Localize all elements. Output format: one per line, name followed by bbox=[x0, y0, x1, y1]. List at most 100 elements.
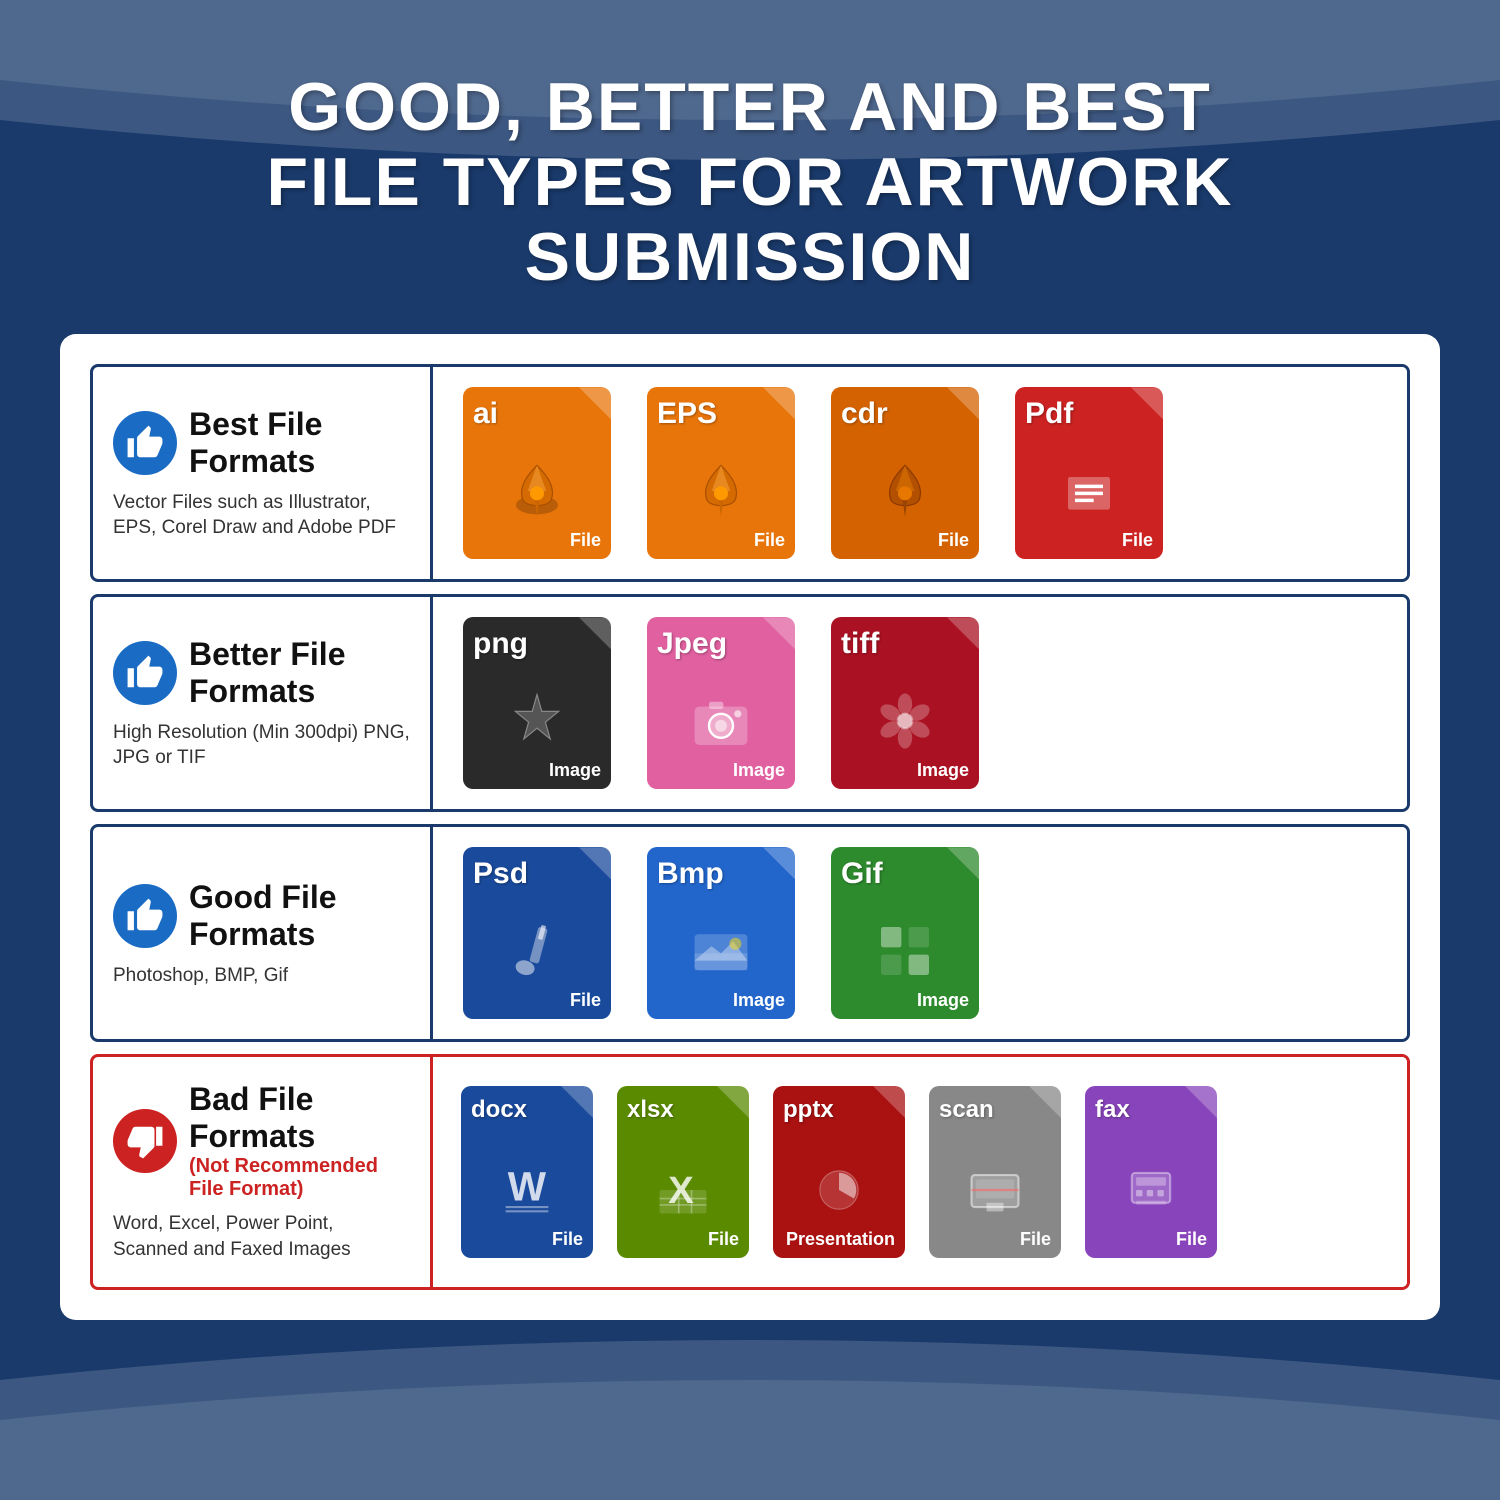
good-row: Good File Formats Photoshop, BMP, Gif Ps… bbox=[90, 824, 1410, 1042]
bad-category-subtitle: (Not Recommended File Format) bbox=[189, 1155, 378, 1200]
file-img-docx: W bbox=[487, 1150, 567, 1230]
best-category-title: Best File Formats bbox=[189, 406, 410, 480]
better-category-desc: High Resolution (Min 300dpi) PNG, JPG or… bbox=[113, 720, 410, 771]
file-card-cdr: cdr File bbox=[831, 387, 979, 559]
file-ext-cdr: cdr bbox=[841, 395, 888, 429]
bottom-swoosh-decoration bbox=[0, 1300, 1500, 1500]
file-label-pdf: File bbox=[1122, 530, 1153, 551]
file-icon-scan: scan File bbox=[925, 1086, 1065, 1258]
file-card-scan: scan File bbox=[929, 1086, 1061, 1258]
page-container: GOOD, BETTER AND BEST FILE TYPES FOR ART… bbox=[0, 0, 1500, 1500]
file-icon-docx: docx W File bbox=[457, 1086, 597, 1258]
file-icon-ai: ai File bbox=[457, 387, 617, 559]
file-card-gif: Gif Image bbox=[831, 847, 979, 1019]
file-icon-pdf: Pdf File bbox=[1009, 387, 1169, 559]
file-img-eps bbox=[681, 451, 761, 531]
best-thumb-icon bbox=[113, 411, 177, 475]
grid-icon bbox=[869, 915, 941, 987]
file-icon-png: png Image bbox=[457, 617, 617, 789]
file-img-ai bbox=[497, 451, 577, 531]
file-icon-cdr: cdr File bbox=[825, 387, 985, 559]
file-label-xlsx: File bbox=[708, 1229, 739, 1250]
file-label-scan: File bbox=[1020, 1229, 1051, 1250]
file-card-psd: Psd File bbox=[463, 847, 611, 1019]
file-ext-png: png bbox=[473, 625, 528, 659]
good-label-row: Good File Formats bbox=[113, 879, 410, 953]
best-left-panel: Best File Formats Vector Files such as I… bbox=[93, 367, 433, 579]
star-icon bbox=[501, 685, 573, 757]
good-category-title: Good File Formats bbox=[189, 879, 410, 953]
file-ext-pptx: pptx bbox=[783, 1094, 834, 1122]
file-card-eps: EPS File bbox=[647, 387, 795, 559]
excel-icon: X bbox=[651, 1158, 715, 1222]
good-thumbs-up-icon bbox=[126, 897, 164, 935]
file-icon-jpeg: Jpeg Image bbox=[641, 617, 801, 789]
file-ext-tiff: tiff bbox=[841, 625, 879, 659]
file-img-xlsx: X bbox=[643, 1150, 723, 1230]
file-ext-eps: EPS bbox=[657, 395, 717, 429]
file-img-cdr bbox=[865, 451, 945, 531]
file-label-ai: File bbox=[570, 530, 601, 551]
file-label-psd: File bbox=[570, 990, 601, 1011]
file-card-xlsx: xlsx X File bbox=[617, 1086, 749, 1258]
file-img-png bbox=[497, 681, 577, 761]
better-row: Better File Formats High Resolution (Min… bbox=[90, 594, 1410, 812]
file-label-fax: File bbox=[1176, 1229, 1207, 1250]
good-right-panel: Psd File Bmp bbox=[433, 827, 1407, 1039]
main-title: GOOD, BETTER AND BEST FILE TYPES FOR ART… bbox=[40, 70, 1460, 294]
better-thumb-icon bbox=[113, 641, 177, 705]
file-ext-docx: docx bbox=[471, 1094, 527, 1122]
file-img-gif bbox=[865, 911, 945, 991]
better-category-title: Better File Formats bbox=[189, 636, 410, 710]
file-card-pdf: Pdf File bbox=[1015, 387, 1163, 559]
svg-text:W: W bbox=[508, 1164, 547, 1210]
cdr-pen-icon bbox=[870, 456, 940, 526]
file-icon-fax: fax File bbox=[1081, 1086, 1221, 1258]
best-category-desc: Vector Files such as Illustrator, EPS, C… bbox=[113, 490, 410, 541]
file-icon-pptx: pptx Presentation bbox=[769, 1086, 909, 1258]
eps-pen-icon bbox=[686, 456, 756, 526]
good-thumb-icon bbox=[113, 884, 177, 948]
file-img-psd bbox=[497, 911, 577, 991]
thumbs-down-icon bbox=[126, 1122, 164, 1160]
better-left-panel: Better File Formats High Resolution (Min… bbox=[93, 597, 433, 809]
file-label-png: Image bbox=[549, 760, 601, 781]
file-ext-ai: ai bbox=[473, 395, 498, 429]
bad-category-desc: Word, Excel, Power Point, Scanned and Fa… bbox=[113, 1211, 410, 1262]
best-right-panel: ai File bbox=[433, 367, 1407, 579]
file-img-fax bbox=[1111, 1150, 1191, 1230]
file-ext-xlsx: xlsx bbox=[627, 1094, 674, 1122]
file-img-bmp bbox=[681, 911, 761, 991]
best-row: Best File Formats Vector Files such as I… bbox=[90, 364, 1410, 582]
file-ext-scan: scan bbox=[939, 1094, 994, 1122]
pdf-doc-icon bbox=[1054, 456, 1124, 526]
camera-icon bbox=[685, 685, 757, 757]
file-icon-tiff: tiff bbox=[825, 617, 985, 789]
better-right-panel: png Image Jpeg bbox=[433, 597, 1407, 809]
content-area: Best File Formats Vector Files such as I… bbox=[60, 334, 1440, 1319]
file-label-bmp: Image bbox=[733, 990, 785, 1011]
file-icon-bmp: Bmp Image bbox=[641, 847, 801, 1019]
thumbs-up-icon bbox=[126, 424, 164, 462]
file-ext-pdf: Pdf bbox=[1025, 395, 1073, 429]
file-img-scan bbox=[955, 1150, 1035, 1230]
file-card-ai: ai File bbox=[463, 387, 611, 559]
file-card-fax: fax File bbox=[1085, 1086, 1217, 1258]
file-icon-psd: Psd File bbox=[457, 847, 617, 1019]
file-label-docx: File bbox=[552, 1229, 583, 1250]
bad-thumb-icon bbox=[113, 1109, 177, 1173]
bad-category-title: Bad File Formats bbox=[189, 1081, 315, 1154]
bad-right-panel: docx W File xlsx bbox=[433, 1057, 1407, 1286]
file-card-bmp: Bmp Image bbox=[647, 847, 795, 1019]
file-ext-jpeg: Jpeg bbox=[657, 625, 727, 659]
file-label-tiff: Image bbox=[917, 760, 969, 781]
file-label-pptx: Presentation bbox=[786, 1229, 895, 1250]
file-ext-fax: fax bbox=[1095, 1094, 1130, 1122]
word-icon: W bbox=[495, 1158, 559, 1222]
flower-icon bbox=[869, 685, 941, 757]
file-icon-eps: EPS File bbox=[641, 387, 801, 559]
file-img-pptx bbox=[799, 1150, 879, 1230]
file-card-jpeg: Jpeg Image bbox=[647, 617, 795, 789]
file-label-eps: File bbox=[754, 530, 785, 551]
file-card-pptx: pptx Presentation bbox=[773, 1086, 905, 1258]
